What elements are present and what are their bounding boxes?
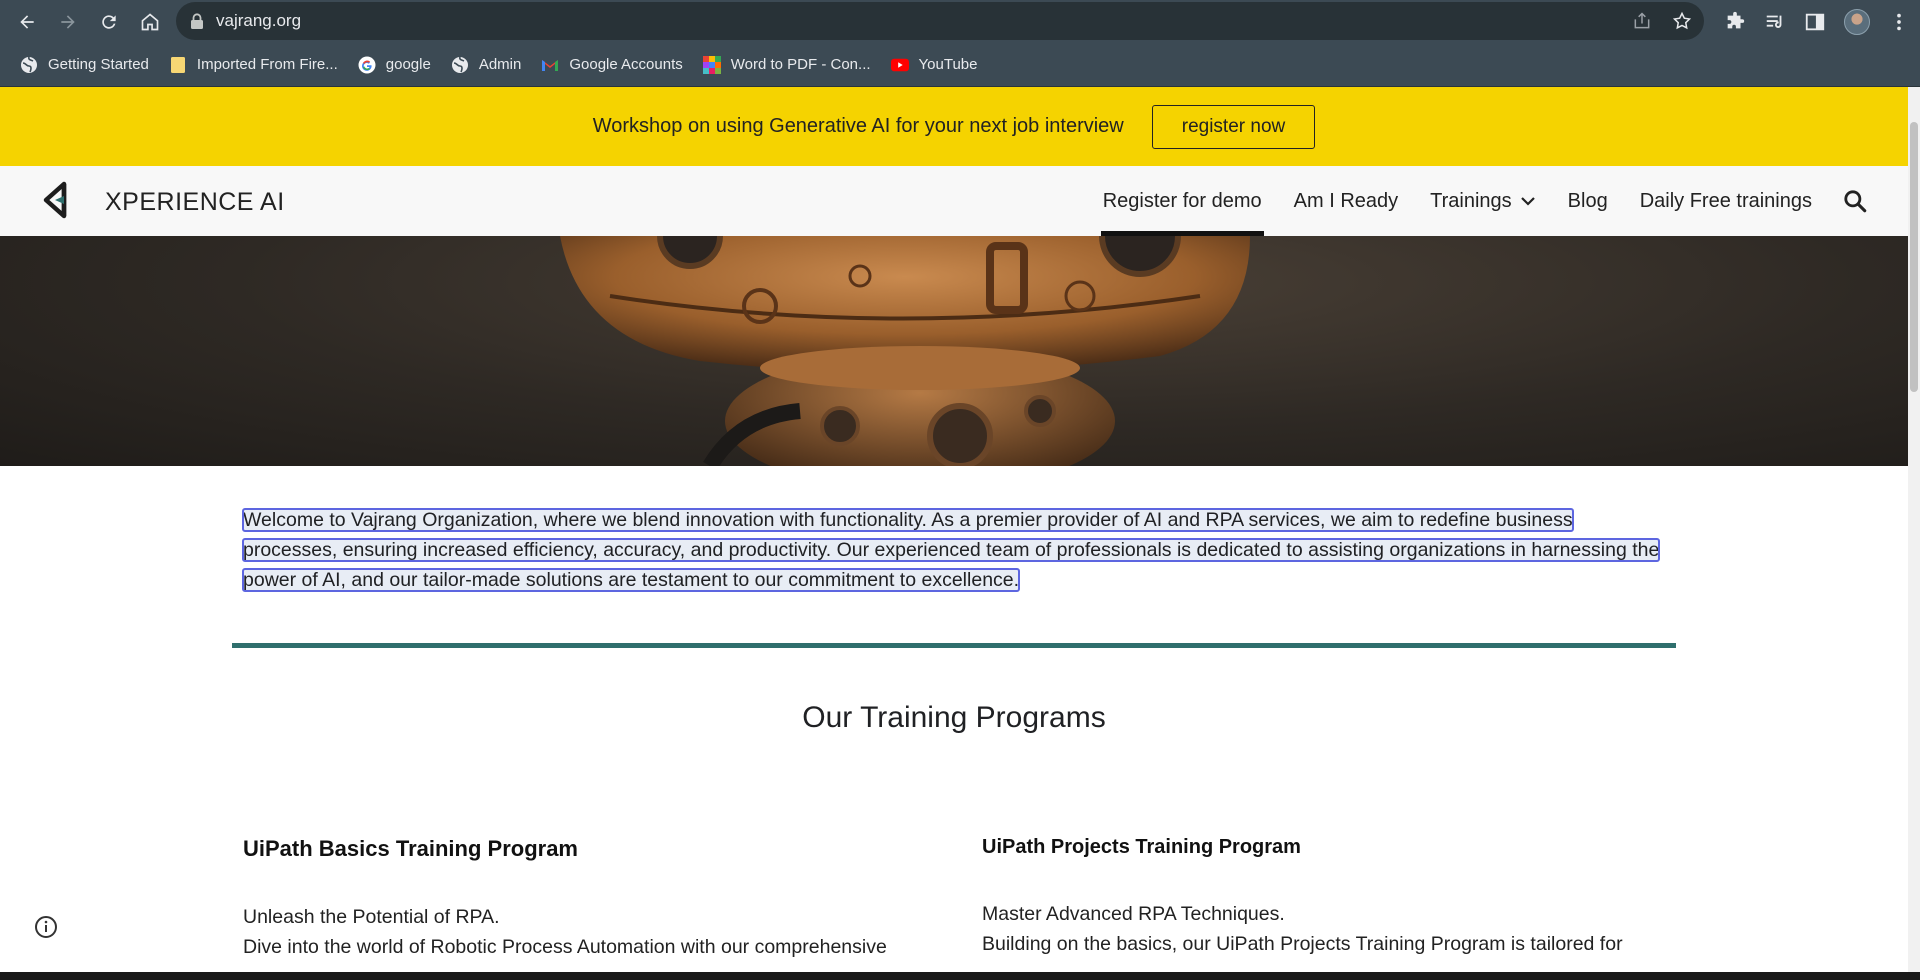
bookmark-label: Word to PDF - Con... [730, 56, 871, 73]
youtube-icon [890, 56, 909, 74]
home-button[interactable] [136, 8, 164, 36]
register-now-button[interactable]: register now [1151, 104, 1316, 149]
site-header: XPERIENCE AI Register for demo Am I Read… [0, 166, 1908, 236]
forward-button[interactable] [54, 8, 82, 36]
bookmark-admin[interactable]: Admin [451, 56, 522, 74]
search-icon[interactable] [1842, 188, 1868, 214]
grid-logo-icon [702, 55, 721, 74]
intro-paragraph: Welcome to Vajrang Organization, where w… [241, 505, 1663, 595]
program-tagline: Unleash the Potential of RPA. [243, 906, 500, 928]
bookmark-getting-started[interactable]: Getting Started [20, 56, 149, 74]
nav-label: Trainings [1430, 189, 1512, 212]
address-bar[interactable]: vajrang.org [176, 2, 1704, 40]
globe-icon [20, 56, 38, 74]
main-navigation: Register for demo Am I Ready Trainings B… [1071, 166, 1868, 236]
web-page: Workshop on using Generative AI for your… [0, 87, 1908, 972]
nav-blog[interactable]: Blog [1568, 166, 1608, 236]
nav-trainings[interactable]: Trainings [1430, 166, 1536, 236]
scrollbar-thumb[interactable] [1910, 122, 1918, 392]
bookmark-label: Admin [478, 56, 522, 73]
lock-icon [191, 13, 203, 29]
program-card: UiPath Projects Training Program Master … [982, 836, 1722, 959]
bookmark-star-icon[interactable] [1672, 11, 1692, 31]
reload-icon [102, 14, 116, 29]
extension-area [1724, 9, 1910, 35]
back-arrow-icon [20, 14, 34, 29]
chevron-down-icon [1520, 197, 1535, 206]
bookmark-youtube[interactable]: YouTube [890, 56, 978, 74]
share-icon[interactable] [1632, 11, 1652, 31]
folder-icon [169, 56, 187, 74]
announcement-bar: Workshop on using Generative AI for your… [0, 87, 1908, 166]
forward-arrow-icon [61, 14, 75, 29]
bookmark-label: YouTube [918, 56, 978, 73]
nav-label: Register for demo [1102, 189, 1262, 212]
home-icon [141, 12, 159, 30]
announcement-text: Workshop on using Generative AI for your… [592, 115, 1124, 137]
page-scrollbar[interactable] [1908, 87, 1920, 972]
gmail-icon [541, 56, 559, 74]
bookmark-google[interactable]: google [358, 56, 431, 74]
profile-avatar[interactable] [1844, 9, 1870, 35]
taskbar-strip [0, 972, 1920, 980]
program-tagline: Master Advanced RPA Techniques. [982, 903, 1285, 925]
section-divider [232, 643, 1676, 648]
nav-label: Blog [1567, 189, 1608, 212]
program-title: UiPath Projects Training Program [982, 836, 1301, 858]
robot-illustration [560, 236, 1250, 466]
nav-daily-free-trainings[interactable]: Daily Free trainings [1640, 166, 1812, 236]
site-logo-icon[interactable] [38, 180, 78, 220]
intro-text: Welcome to Vajrang Organization, where w… [241, 508, 1661, 592]
bookmark-label: Google Accounts [569, 56, 683, 73]
media-queue-icon[interactable] [1764, 11, 1786, 33]
program-card: UiPath Basics Training Program Unleash t… [243, 836, 983, 962]
nav-label: Am I Ready [1293, 189, 1399, 212]
bookmark-label: google [385, 56, 431, 73]
bookmark-imported-from-firefox[interactable]: Imported From Fire... [169, 56, 338, 74]
bookmark-google-accounts[interactable]: Google Accounts [541, 56, 683, 74]
globe-icon [451, 56, 469, 74]
site-title[interactable]: XPERIENCE AI [105, 188, 285, 217]
program-description: Building on the basics, our UiPath Proje… [982, 933, 1623, 955]
extensions-puzzle-icon[interactable] [1724, 11, 1746, 33]
program-title: UiPath Basics Training Program [243, 836, 578, 861]
nav-label: Daily Free trainings [1639, 189, 1812, 212]
reload-button[interactable] [95, 8, 123, 36]
hero-image [0, 236, 1908, 466]
browser-toolbar: vajrang.org [0, 0, 1920, 43]
program-description: Dive into the world of Robotic Process A… [243, 936, 887, 958]
back-button[interactable] [13, 8, 41, 36]
nav-register-for-demo[interactable]: Register for demo [1100, 166, 1264, 236]
side-panel-icon[interactable] [1804, 11, 1826, 33]
info-icon[interactable] [34, 915, 58, 939]
address-bar-actions [1632, 11, 1692, 31]
bookmark-label: Getting Started [48, 56, 149, 73]
google-icon [358, 56, 376, 74]
bookmark-word-to-pdf[interactable]: Word to PDF - Con... [702, 55, 871, 74]
browser-menu-icon[interactable] [1888, 11, 1910, 33]
section-heading: Our Training Programs [802, 701, 1106, 734]
bookmarks-bar: Getting Started Imported From Fire... go… [0, 43, 1920, 86]
nav-am-i-ready[interactable]: Am I Ready [1294, 166, 1398, 236]
url-text: vajrang.org [216, 11, 302, 30]
bookmark-label: Imported From Fire... [196, 56, 338, 73]
